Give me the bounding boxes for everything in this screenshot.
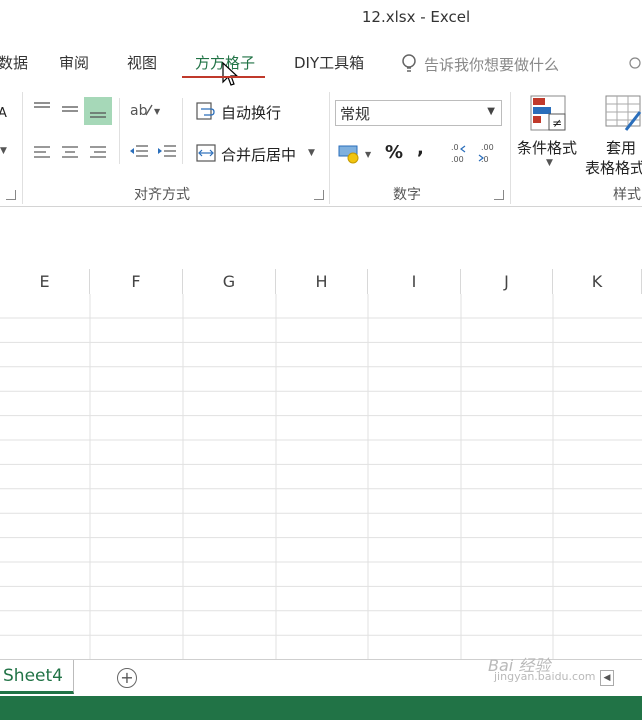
conditional-format-button[interactable]: 条件格式 xyxy=(517,137,577,158)
merge-center-button[interactable]: 合并后居中 xyxy=(221,144,296,165)
conditional-format-icon[interactable]: ≠ xyxy=(529,94,569,134)
window-title: 12.xlsx - Excel xyxy=(361,8,471,26)
tab-data[interactable]: 数据 xyxy=(0,52,28,73)
column-header-f[interactable]: F xyxy=(90,269,183,294)
column-header-i[interactable]: I xyxy=(368,269,461,294)
chevron-down-icon[interactable]: ▼ xyxy=(0,146,7,156)
add-sheet-button[interactable]: + xyxy=(117,668,137,688)
share-icon[interactable] xyxy=(628,56,642,70)
decrease-decimal-icon[interactable]: .00 .0 xyxy=(477,140,501,166)
column-header-e[interactable]: E xyxy=(0,269,90,294)
merge-center-icon[interactable] xyxy=(195,142,217,164)
number-dialog-launcher-icon[interactable] xyxy=(494,190,504,200)
column-header-j[interactable]: J xyxy=(461,269,553,294)
number-group-label: 数字 xyxy=(393,187,421,203)
group-separator xyxy=(329,92,330,204)
svg-text:▼: ▼ xyxy=(365,150,372,159)
number-format-value: 常规 xyxy=(340,105,371,123)
number-format-select[interactable]: 常规 ▼ xyxy=(335,100,502,126)
inner-separator xyxy=(182,98,183,164)
watermark-url: jingyan.baidu.com xyxy=(494,670,596,683)
ribbon-panel: A ▼ ab ▼ 自动换行 合并后居中 ▼ 对齐方式 常规 ▼ ▼ % , .0… xyxy=(0,86,642,207)
chevron-down-icon[interactable]: ▼ xyxy=(546,158,553,168)
align-bottom-icon xyxy=(90,112,106,118)
chevron-down-icon[interactable]: ▼ xyxy=(308,148,315,158)
group-separator xyxy=(22,92,23,204)
status-bar xyxy=(0,696,642,720)
svg-text:.00: .00 xyxy=(451,155,464,164)
styles-group-label: 样式 xyxy=(613,187,641,203)
increase-decimal-icon[interactable]: .0 .00 xyxy=(449,140,473,166)
formula-bar-area[interactable] xyxy=(0,207,642,270)
ribbon-tabs: 数据 审阅 视图 方方格子 DIY工具箱 告诉我你想要做什么 xyxy=(0,40,642,86)
font-dialog-launcher-icon[interactable] xyxy=(6,190,16,200)
align-left-icon[interactable] xyxy=(32,143,52,161)
mouse-cursor-icon xyxy=(222,62,238,86)
align-center-icon[interactable] xyxy=(60,143,80,161)
tab-diy-toolbox[interactable]: DIY工具箱 xyxy=(294,52,364,73)
align-top-icon[interactable] xyxy=(32,100,52,116)
column-header-k[interactable]: K xyxy=(553,269,642,294)
accounting-format-icon[interactable]: ▼ xyxy=(337,142,377,166)
format-as-table-label-line1[interactable]: 套用 xyxy=(606,137,636,158)
comma-style-button[interactable]: , xyxy=(417,138,424,159)
svg-text:▼: ▼ xyxy=(154,107,161,116)
wrap-text-button[interactable]: 自动换行 xyxy=(221,102,281,123)
active-tab-underline xyxy=(182,76,265,78)
tab-view[interactable]: 视图 xyxy=(127,52,157,73)
cell-grid[interactable] xyxy=(0,294,642,659)
svg-text:.0: .0 xyxy=(451,143,459,152)
scroll-left-icon[interactable]: ◀ xyxy=(600,670,614,686)
percent-button[interactable]: % xyxy=(385,142,403,163)
decrease-indent-icon[interactable] xyxy=(128,142,150,162)
sheet-tab[interactable]: Sheet4 xyxy=(0,660,74,694)
wrap-text-icon[interactable] xyxy=(195,100,217,122)
orientation-icon[interactable]: ab ▼ xyxy=(128,100,164,120)
svg-text:.00: .00 xyxy=(481,143,494,152)
group-separator xyxy=(510,92,511,204)
svg-text:.0: .0 xyxy=(481,155,489,164)
alignment-dialog-launcher-icon[interactable] xyxy=(314,190,324,200)
align-bottom-button[interactable] xyxy=(84,97,112,125)
column-headers: EFGHIJK xyxy=(0,269,642,295)
tab-review[interactable]: 审阅 xyxy=(59,52,89,73)
increase-indent-icon[interactable] xyxy=(156,142,178,162)
title-bar: 12.xlsx - Excel xyxy=(0,0,642,40)
format-as-table-icon[interactable] xyxy=(604,94,642,134)
svg-text:≠: ≠ xyxy=(552,116,562,130)
lightbulb-icon xyxy=(402,54,416,72)
inner-separator xyxy=(119,98,120,164)
format-as-table-label-line2[interactable]: 表格格式 xyxy=(585,157,642,178)
column-header-h[interactable]: H xyxy=(276,269,368,294)
align-right-icon[interactable] xyxy=(88,143,108,161)
chevron-down-icon: ▼ xyxy=(487,106,495,117)
alignment-group-label: 对齐方式 xyxy=(134,187,190,203)
grid-lines xyxy=(0,294,642,659)
column-header-g[interactable]: G xyxy=(183,269,276,294)
align-middle-icon[interactable] xyxy=(60,100,80,120)
tell-me-search[interactable]: 告诉我你想要做什么 xyxy=(424,54,559,75)
svg-text:ab: ab xyxy=(130,103,148,119)
font-color-icon[interactable]: A xyxy=(0,106,7,121)
